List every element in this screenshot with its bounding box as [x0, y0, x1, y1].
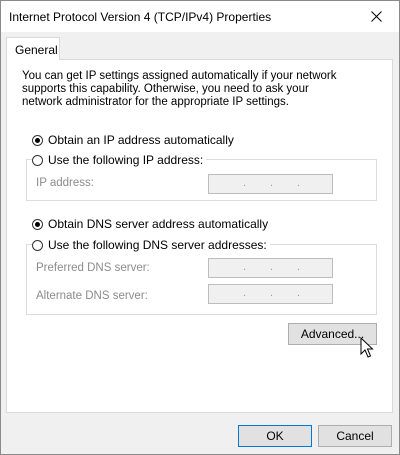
ip-octet-separator: . — [297, 261, 301, 273]
radio-button-checked[interactable] — [32, 134, 43, 146]
ip-octet-separator: . — [270, 261, 274, 273]
close-icon — [371, 11, 382, 22]
ip-octet-separator: . — [270, 177, 274, 189]
radio-use-following-dns-label: Use the following DNS server addresses: — [48, 238, 267, 252]
ip-octet-separator: . — [243, 261, 247, 273]
preferred-dns-label: Preferred DNS server: — [36, 262, 150, 274]
radio-obtain-ip-auto-label: Obtain an IP address automatically — [48, 133, 234, 147]
ip-address-label: IP address: — [36, 177, 94, 189]
dns-servers-group — [26, 244, 377, 315]
ip-octet-separator: . — [297, 287, 301, 299]
radio-use-following-dns[interactable]: Use the following DNS server addresses: — [32, 238, 270, 252]
radio-use-following-ip[interactable]: Use the following IP address: — [32, 153, 207, 167]
radio-obtain-dns-auto-label: Obtain DNS server address automatically — [48, 217, 269, 231]
radio-button-checked[interactable] — [32, 218, 43, 230]
ip-octet-separator: . — [243, 177, 247, 189]
window-title: Internet Protocol Version 4 (TCP/IPv4) P… — [9, 10, 272, 24]
ip-address-input: . . . — [208, 174, 333, 194]
radio-button-unchecked[interactable] — [32, 154, 43, 166]
alternate-dns-label: Alternate DNS server: — [36, 290, 148, 302]
radio-button-unchecked[interactable] — [32, 239, 43, 251]
radio-obtain-dns-auto[interactable]: Obtain DNS server address automatically — [32, 217, 268, 231]
ip-octet-separator: . — [270, 287, 274, 299]
alternate-dns-input: . . . — [208, 284, 333, 304]
ok-button[interactable]: OK — [238, 425, 312, 447]
radio-use-following-ip-label: Use the following IP address: — [48, 153, 204, 167]
tab-general-label: General — [15, 43, 58, 57]
tab-general[interactable]: General — [6, 37, 60, 60]
cancel-button[interactable]: Cancel — [318, 425, 392, 447]
ip-octet-separator: . — [297, 177, 301, 189]
general-tab-panel — [6, 59, 393, 413]
mouse-pointer-icon — [360, 337, 374, 358]
title-bar[interactable]: Internet Protocol Version 4 (TCP/IPv4) P… — [1, 1, 399, 32]
preferred-dns-input: . . . — [208, 258, 333, 278]
radio-obtain-ip-auto[interactable]: Obtain an IP address automatically — [32, 133, 234, 147]
close-button[interactable] — [354, 1, 399, 32]
ip-octet-separator: . — [243, 287, 247, 299]
intro-text: You can get IP settings assigned automat… — [22, 70, 337, 108]
